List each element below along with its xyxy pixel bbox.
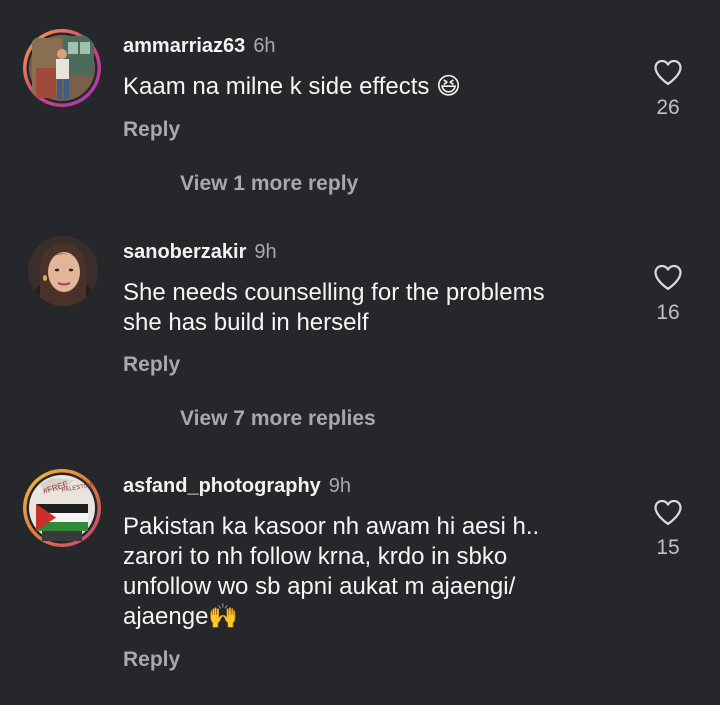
like-count: 26: [656, 96, 680, 119]
username[interactable]: ammarriaz63: [123, 35, 245, 57]
like-count: 16: [656, 301, 680, 324]
avatar[interactable]: [28, 236, 98, 306]
like-button[interactable]: 16: [648, 263, 688, 325]
reply-button[interactable]: Reply: [123, 353, 180, 377]
username[interactable]: sanoberzakir: [123, 241, 246, 263]
heart-outline-icon[interactable]: [648, 58, 688, 86]
reply-button[interactable]: Reply: [123, 648, 180, 672]
timestamp: 9h: [328, 475, 352, 497]
reply-button[interactable]: Reply: [123, 118, 180, 142]
comment-text: She needs counselling for the problems s…: [123, 279, 545, 336]
comment-meta: sanoberzakir 9h: [123, 240, 277, 264]
avatar[interactable]: [22, 28, 102, 108]
timestamp: 6h: [253, 35, 276, 57]
heart-outline-icon[interactable]: [648, 498, 688, 526]
like-count: 15: [656, 536, 680, 559]
username[interactable]: asfand_photography: [123, 475, 321, 497]
comment-meta: asfand_photography 9h: [123, 474, 351, 498]
like-button[interactable]: 15: [648, 498, 688, 560]
comment-meta: ammarriaz63 6h: [123, 34, 276, 58]
comment-text: Kaam na milne k side effects 😆: [123, 73, 462, 100]
heart-outline-icon[interactable]: [648, 263, 688, 291]
view-replies-button[interactable]: View 7 more replies: [180, 407, 376, 431]
avatar[interactable]: #FREE PALESTINE: [22, 468, 102, 548]
comment-text: Pakistan ka kasoor nh awam hi aesi h.. z…: [123, 513, 540, 630]
like-button[interactable]: 26: [648, 58, 688, 120]
timestamp: 9h: [254, 241, 277, 263]
view-replies-button[interactable]: View 1 more reply: [180, 172, 358, 196]
